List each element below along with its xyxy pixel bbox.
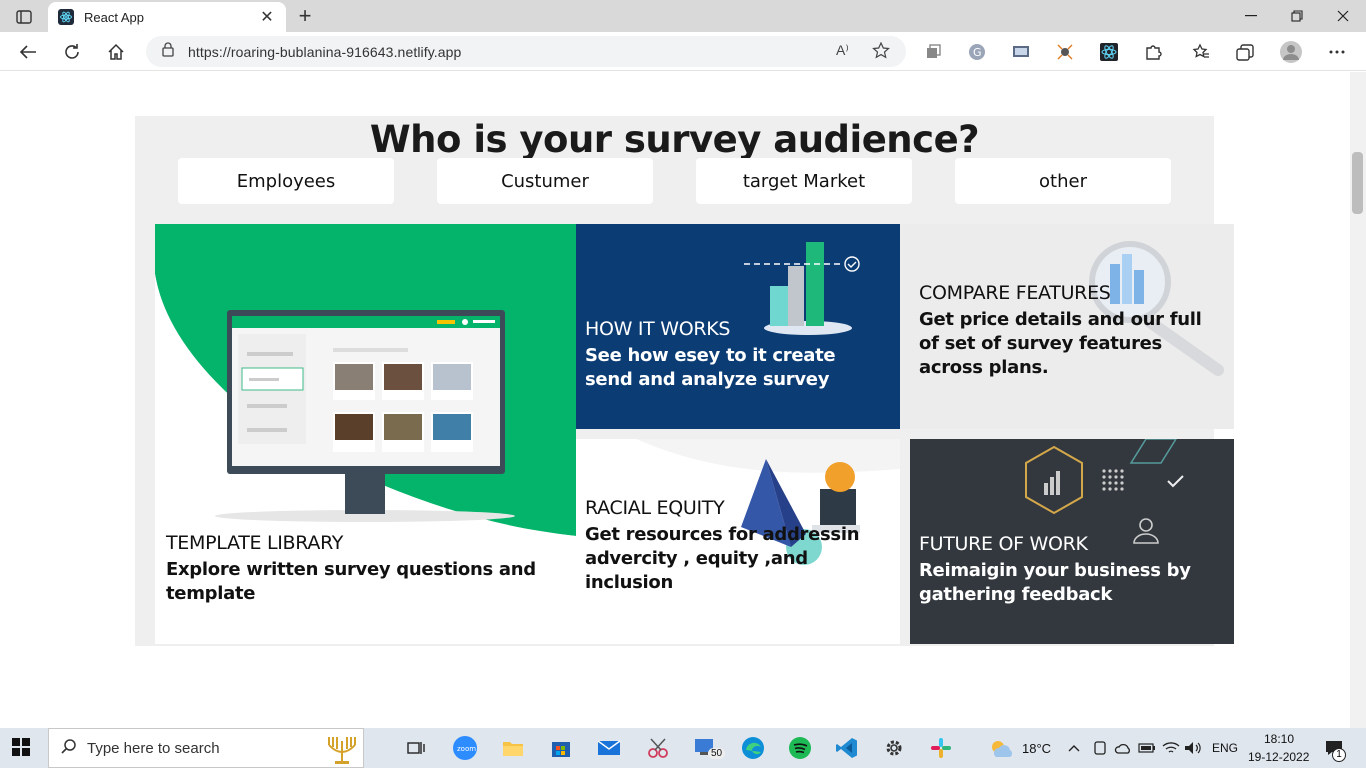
settings-gear-icon[interactable] [882, 736, 906, 760]
restore-icon[interactable] [1274, 0, 1320, 32]
wifi-icon[interactable] [1161, 736, 1181, 760]
weather-temp[interactable]: 18°C [1022, 741, 1051, 756]
tab-actions-icon[interactable] [10, 6, 38, 28]
weather-icon[interactable] [988, 736, 1016, 760]
react-icon [58, 9, 74, 25]
scrollbar-thumb[interactable] [1352, 152, 1363, 214]
collections-icon[interactable] [1234, 41, 1256, 63]
audience-target-market-button[interactable]: target Market [696, 158, 912, 204]
compare-features-title: COMPARE FEATURES [919, 282, 1111, 304]
how-it-works-desc: See how esey to it create send and analy… [585, 345, 836, 390]
future-of-work-card[interactable]: FUTURE OF WORK Reimaigin your business b… [910, 439, 1234, 644]
template-library-desc: Explore written survey questions and tem… [166, 559, 536, 604]
clock-time[interactable]: 18:10 [1264, 732, 1294, 746]
template-library-card[interactable]: TEMPLATE LIBRARY Explore written survey … [155, 224, 576, 644]
react-devtools-icon[interactable] [1098, 41, 1120, 63]
compare-features-card[interactable]: COMPARE FEATURES Get price details and o… [900, 224, 1234, 429]
battery-icon[interactable] [1137, 736, 1157, 760]
racial-equity-card[interactable]: RACIAL EQUITY Get resources for addressi… [576, 439, 900, 644]
read-aloud-icon[interactable]: A⁾ [836, 42, 849, 59]
tab-close-icon[interactable]: ✕ [258, 7, 276, 27]
taskbar-search[interactable]: Type here to search [48, 728, 364, 768]
close-window-icon[interactable] [1320, 0, 1366, 32]
home-icon[interactable] [102, 38, 130, 66]
address-bar: https://roaring-bublanina-916643.netlify… [0, 32, 1366, 71]
bug-ext-icon[interactable] [1054, 41, 1076, 63]
audience-customer-button[interactable]: Custumer [437, 158, 653, 204]
more-menu-icon[interactable] [1326, 41, 1348, 63]
minimize-icon[interactable] [1228, 0, 1274, 32]
grammar-ext-icon[interactable]: G [966, 41, 988, 63]
notification-badge: 50 [708, 748, 726, 759]
windows-start-icon[interactable] [12, 738, 30, 761]
task-view-icon[interactable] [404, 736, 428, 760]
page-heading: Who is your survey audience? [369, 118, 980, 161]
chevron-up-icon[interactable] [1064, 736, 1084, 760]
add-favorite-icon[interactable] [872, 41, 890, 65]
new-tab-button[interactable]: + [292, 3, 318, 29]
page-content: Who is your survey audience? Employees C… [0, 72, 1350, 728]
profile-avatar[interactable] [1280, 41, 1302, 63]
language-indicator[interactable]: ENG [1212, 741, 1238, 755]
screen-ext-icon[interactable] [1010, 41, 1032, 63]
file-explorer-icon[interactable] [501, 736, 525, 760]
svg-text:zoom: zoom [457, 745, 476, 753]
back-icon[interactable] [14, 38, 42, 66]
refresh-icon[interactable] [58, 38, 86, 66]
audience-employees-button[interactable]: Employees [178, 158, 394, 204]
tab-title: React App [84, 9, 144, 25]
svg-text:G: G [973, 46, 982, 59]
lock-icon[interactable] [162, 41, 174, 62]
tab-bar: React App ✕ + [0, 0, 1366, 32]
browser-tab[interactable]: React App ✕ [48, 2, 286, 32]
favorites-icon[interactable] [1190, 41, 1212, 63]
snipping-tool-icon[interactable] [646, 736, 670, 760]
template-library-title: TEMPLATE LIBRARY [166, 532, 344, 554]
future-of-work-title: FUTURE OF WORK [919, 533, 1088, 555]
spotify-icon[interactable] [788, 736, 812, 760]
search-placeholder: Type here to search [87, 739, 220, 757]
audience-other-button[interactable]: other [955, 158, 1171, 204]
slack-icon[interactable] [929, 736, 953, 760]
url-text: https://roaring-bublanina-916643.netlify… [188, 43, 462, 60]
menorah-icon [325, 733, 359, 770]
taskbar: Type here to search zoom 50 18°C ENG 18:… [0, 728, 1366, 768]
how-it-works-title: HOW IT WORKS [585, 318, 731, 340]
search-icon [61, 738, 77, 759]
store-icon[interactable] [549, 736, 573, 760]
racial-equity-desc: Get resources for addressin advercity , … [585, 524, 860, 593]
mail-icon[interactable] [597, 736, 621, 760]
volume-icon[interactable] [1183, 736, 1203, 760]
compare-features-desc: Get price details and our full of set of… [919, 309, 1202, 378]
cloud-icon[interactable] [1113, 736, 1133, 760]
device-icon[interactable] [1090, 736, 1110, 760]
future-of-work-desc: Reimaigin your business by gathering fee… [919, 560, 1191, 605]
zoom-app-icon[interactable]: zoom [453, 736, 477, 760]
url-field[interactable]: https://roaring-bublanina-916643.netlify… [146, 36, 906, 67]
edge-browser-icon[interactable] [741, 736, 765, 760]
collections-ext-icon[interactable] [922, 41, 944, 63]
racial-equity-title: RACIAL EQUITY [585, 497, 725, 519]
how-it-works-card[interactable]: HOW IT WORKS See how esey to it create s… [576, 224, 900, 429]
vscode-icon[interactable] [835, 736, 859, 760]
extensions-icon[interactable] [1142, 41, 1164, 63]
clock-date[interactable]: 19-12-2022 [1248, 750, 1309, 764]
vertical-scrollbar[interactable] [1350, 72, 1366, 728]
notification-count: 1 [1332, 748, 1346, 762]
